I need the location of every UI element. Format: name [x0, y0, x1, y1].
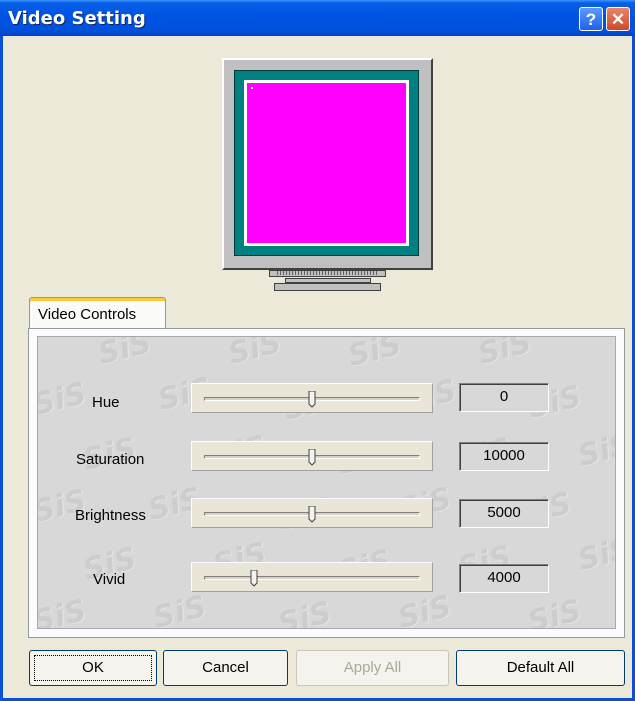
hue-slider[interactable] — [191, 383, 433, 413]
saturation-value: 10000 — [483, 447, 525, 464]
apply-all-button: Apply All — [296, 650, 449, 686]
sis-watermark: SiS — [37, 593, 90, 629]
slider-track — [204, 576, 420, 580]
brightness-label: Brightness — [75, 507, 146, 524]
tab-video-controls[interactable]: Video Controls — [29, 297, 166, 329]
default-all-button-label: Default All — [506, 659, 575, 676]
sis-watermark: SiS — [37, 376, 90, 423]
brightness-value: 5000 — [487, 504, 521, 521]
vivid-value-box: 4000 — [459, 564, 549, 593]
sis-watermark: SiS — [224, 336, 285, 372]
sis-watermark: SiS — [394, 589, 455, 629]
window-title: Video Setting — [8, 8, 146, 29]
focus-rectangle — [34, 655, 152, 681]
video-setting-dialog: Video Setting ? ✕ Video Controls SiS SiS S… — [0, 0, 635, 701]
monitor-preview-icon — [222, 58, 433, 270]
sis-watermark: SiS — [574, 427, 616, 474]
default-all-button[interactable]: Default All — [456, 650, 625, 686]
screen-pixel-marker — [251, 87, 253, 89]
sis-watermark: SiS — [474, 336, 535, 372]
sis-watermark: SiS — [94, 336, 155, 372]
ok-button[interactable]: OK — [29, 650, 157, 686]
slider-thumb[interactable] — [250, 570, 258, 587]
vivid-label: Vivid — [93, 571, 126, 588]
hue-value: 0 — [499, 388, 509, 405]
title-bar[interactable]: Video Setting ? ✕ — [0, 0, 635, 36]
cancel-button[interactable]: Cancel — [163, 650, 288, 686]
vivid-slider[interactable] — [191, 562, 433, 592]
sis-watermark: SiS — [149, 589, 210, 629]
monitor-vent-grille — [277, 271, 378, 275]
help-button[interactable]: ? — [579, 7, 603, 31]
help-icon: ? — [585, 10, 597, 29]
brightness-value-box: 5000 — [459, 499, 549, 528]
saturation-value-box: 10000 — [459, 442, 549, 471]
monitor-screen — [244, 80, 409, 246]
close-button[interactable]: ✕ — [606, 7, 630, 31]
vivid-value: 4000 — [487, 569, 521, 586]
slider-thumb[interactable] — [308, 449, 316, 466]
hue-label: Hue — [92, 394, 120, 411]
sis-watermark: SiS — [344, 336, 405, 374]
close-icon: ✕ — [610, 10, 626, 29]
saturation-slider[interactable] — [191, 441, 433, 471]
apply-all-button-label: Apply All — [343, 659, 402, 676]
brightness-slider[interactable] — [191, 498, 433, 528]
sis-watermark: SiS — [524, 593, 585, 629]
cancel-button-label: Cancel — [202, 659, 249, 676]
tab-label: Video Controls — [38, 306, 137, 323]
hue-value-box: 0 — [459, 383, 549, 412]
saturation-label: Saturation — [76, 451, 145, 468]
slider-thumb[interactable] — [308, 506, 316, 523]
slider-thumb[interactable] — [308, 391, 316, 408]
monitor-stand-base — [274, 283, 381, 291]
sis-watermark: SiS — [574, 531, 616, 578]
sis-watermark: SiS — [274, 595, 335, 629]
monitor-bezel — [234, 70, 419, 256]
